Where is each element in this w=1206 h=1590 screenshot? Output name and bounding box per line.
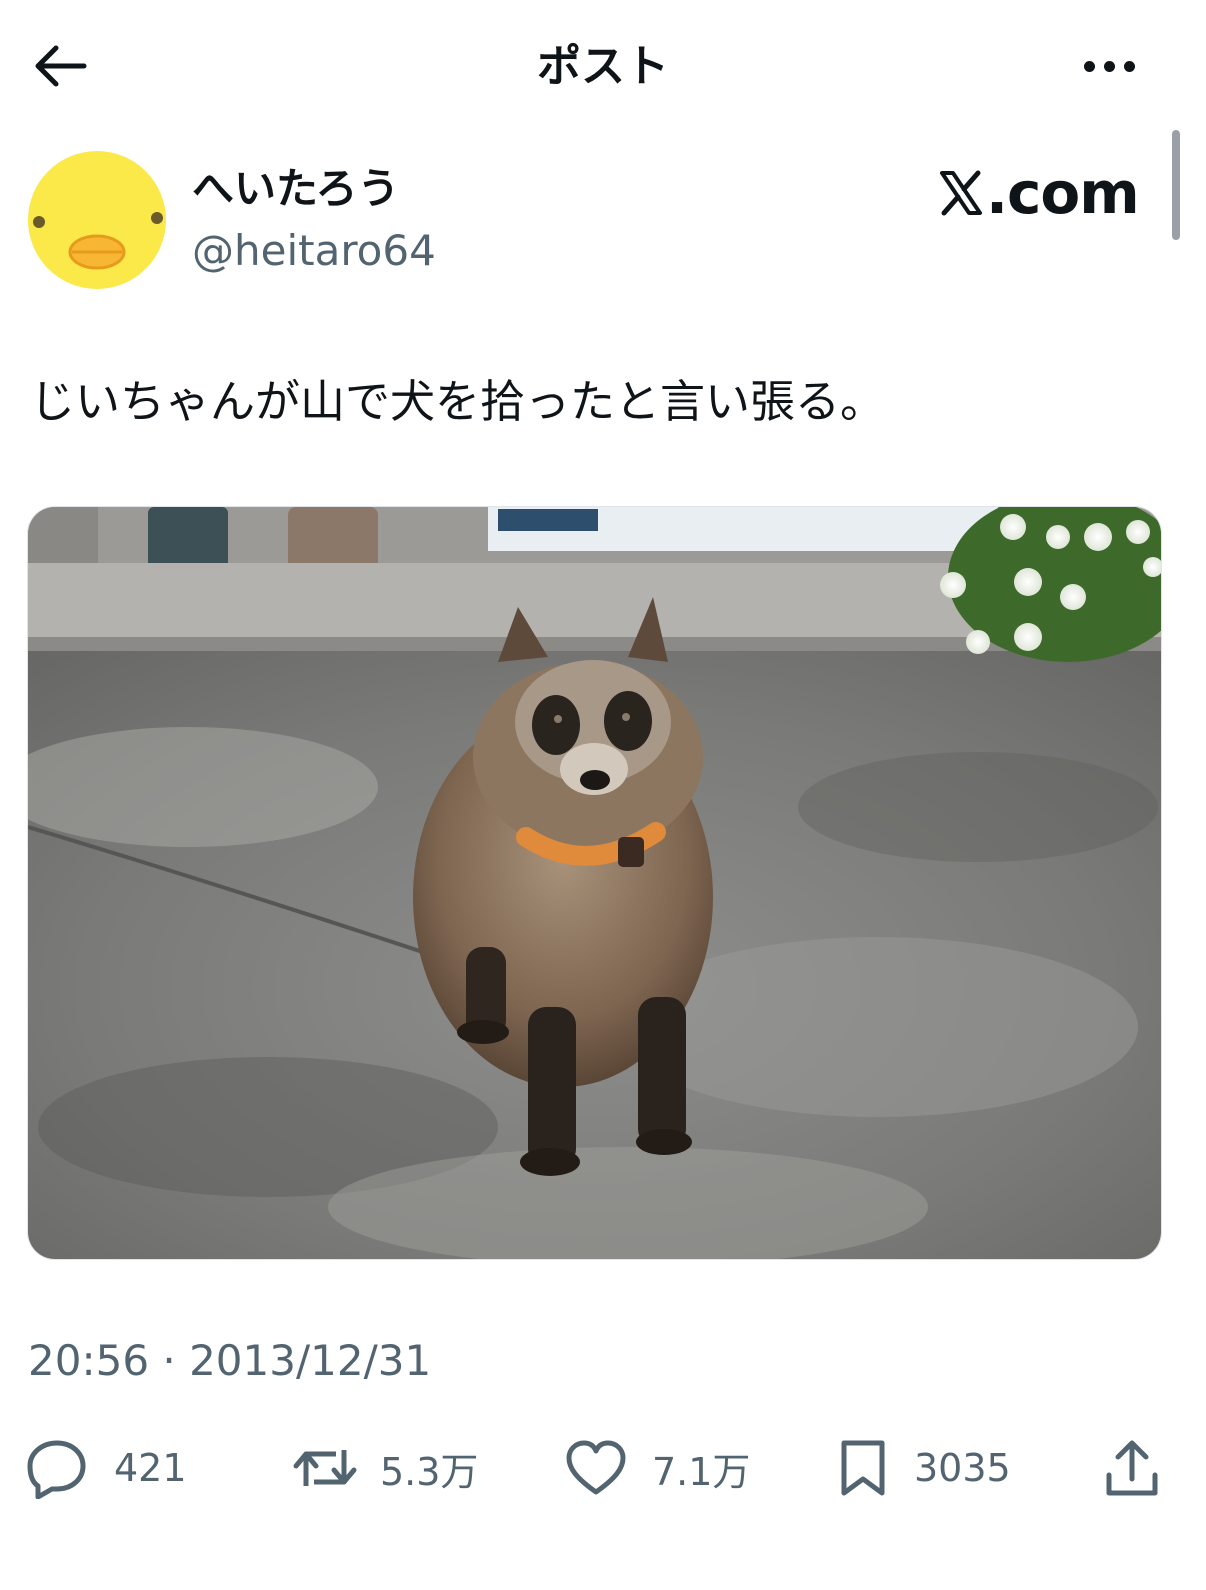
bookmark-icon	[841, 1440, 885, 1496]
share-icon	[1106, 1440, 1158, 1496]
reply-icon	[27, 1440, 86, 1499]
reply-count: 421	[114, 1446, 187, 1490]
bookmark-button[interactable]: 3035	[838, 1430, 1011, 1506]
bookmark-count: 3035	[914, 1446, 1011, 1490]
more-icon	[1083, 60, 1095, 72]
page-title: ポスト	[537, 41, 669, 92]
reply-button[interactable]: 421	[26, 1430, 187, 1506]
scrollbar[interactable]	[1172, 130, 1180, 240]
post-detail-screen: ポスト へいたろう @heitaro64 .com じいちゃんが山で犬を拾ったと…	[0, 0, 1206, 1590]
post-timestamp[interactable]: 20:56 · 2013/12/31	[28, 1333, 431, 1389]
more-button[interactable]	[1068, 44, 1150, 88]
post-text: じいちゃんが山で犬を拾ったと言い張る。	[30, 375, 886, 428]
repost-button[interactable]: 5.3万	[292, 1430, 478, 1506]
repost-icon	[293, 1450, 357, 1486]
repost-count: 5.3万	[380, 1449, 479, 1494]
like-icon	[566, 1440, 626, 1495]
x-logo-icon	[940, 170, 982, 216]
user-handle[interactable]: @heitaro64	[192, 224, 436, 278]
avatar[interactable]	[27, 150, 167, 290]
site-logo: .com	[938, 159, 1140, 227]
post-photo[interactable]	[27, 506, 1162, 1260]
like-button[interactable]: 7.1万	[566, 1430, 750, 1506]
display-name[interactable]: へいたろう	[192, 162, 399, 216]
like-count: 7.1万	[652, 1449, 751, 1494]
share-button[interactable]	[1104, 1430, 1160, 1506]
site-domain: .com	[986, 159, 1140, 227]
action-bar: 421 5.3万 7.1万 3035	[0, 1430, 1206, 1506]
